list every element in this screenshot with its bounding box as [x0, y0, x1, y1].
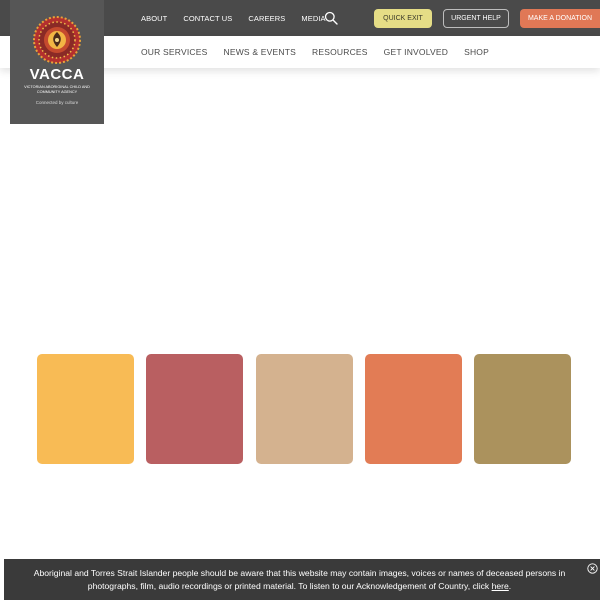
urgent-help-button[interactable]: Urgent Help [443, 9, 509, 28]
logo-emblem-icon [33, 16, 81, 64]
utility-link-about[interactable]: About [141, 14, 167, 23]
logo-wordmark: VACCA [29, 66, 85, 83]
nav-item-resources[interactable]: Resources [312, 47, 368, 57]
donate-button[interactable]: Make a Donation [520, 9, 600, 28]
utility-link-contact-us[interactable]: Contact Us [183, 14, 232, 23]
swatch-tan [255, 354, 353, 464]
site-logo[interactable]: VACCA Victorian Aboriginal Child and Com… [10, 0, 104, 124]
quick-exit-button[interactable]: Quick Exit [374, 9, 432, 28]
logo-subtitle: Victorian Aboriginal Child and Community… [24, 85, 90, 94]
acknowledgement-banner: Aboriginal and Torres Strait Islander pe… [4, 559, 600, 600]
swatch-orange [364, 354, 462, 464]
acknowledgement-text: Aboriginal and Torres Strait Islander pe… [33, 568, 566, 591]
swatch-olive [474, 354, 571, 464]
close-icon[interactable] [587, 563, 598, 574]
nav-item-shop[interactable]: Shop [464, 47, 489, 57]
logo-tagline: Connected by culture [35, 100, 79, 105]
search-icon[interactable] [324, 11, 338, 25]
nav-item-get-involved[interactable]: Get Involved [384, 47, 448, 57]
utility-links: About Contact Us Careers Media [141, 0, 342, 36]
swatch-red [146, 354, 244, 464]
acknowledgement-link[interactable]: here [492, 581, 509, 591]
acknowledgement-end: . [508, 581, 512, 591]
utility-link-media[interactable]: Media [301, 14, 325, 23]
utility-link-careers[interactable]: Careers [248, 14, 285, 23]
colour-swatches [37, 354, 571, 464]
nav-item-news-events[interactable]: News & Events [223, 47, 296, 57]
swatch-yellow [37, 354, 134, 464]
nav-item-our-services[interactable]: Our Services [141, 47, 207, 57]
main-nav-links: Our Services News & Events Resources Get… [141, 36, 505, 68]
